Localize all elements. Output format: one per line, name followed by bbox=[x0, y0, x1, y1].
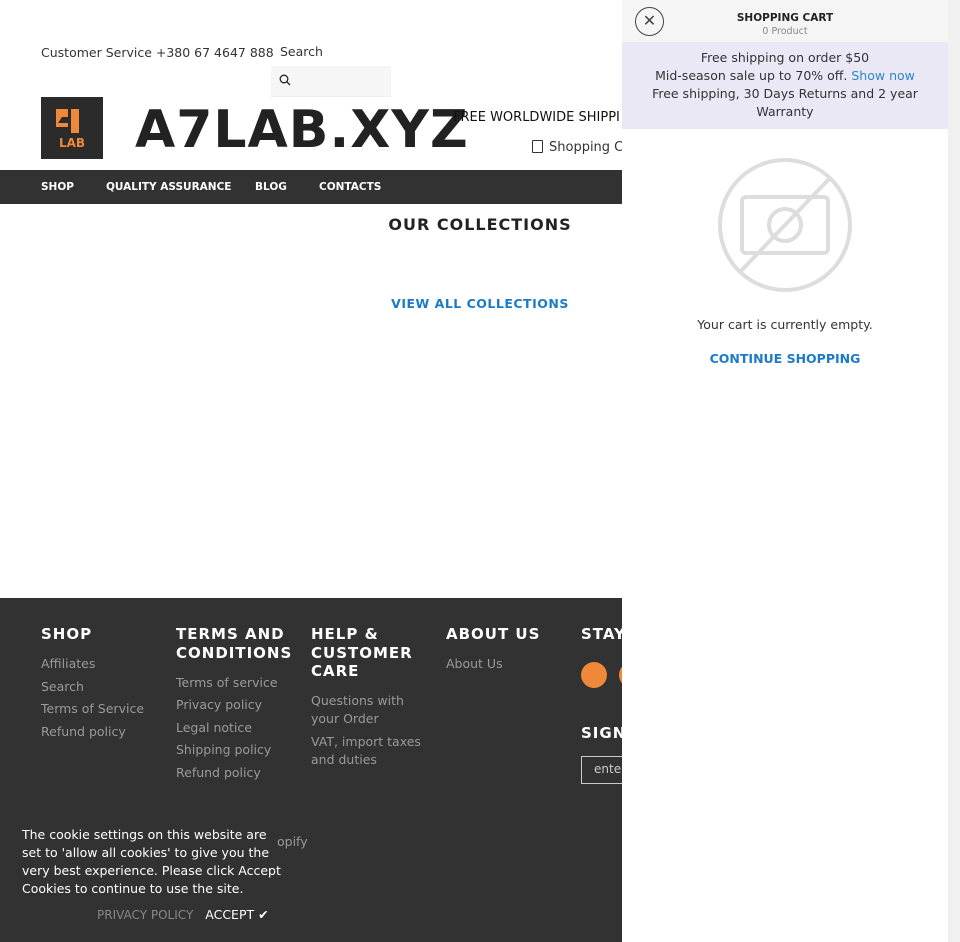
search-icon bbox=[279, 74, 291, 86]
footer-link[interactable]: Terms of Service bbox=[41, 700, 144, 718]
footer-link[interactable]: Questions with your Order bbox=[311, 692, 421, 728]
promo-line: Mid-season sale up to 70% off. bbox=[655, 68, 848, 83]
footer-about-title: ABOUT US bbox=[446, 625, 541, 643]
footer-link[interactable]: Search bbox=[41, 678, 84, 696]
accept-cookies-button[interactable]: ACCEPT ✔ bbox=[205, 907, 268, 922]
privacy-policy-link[interactable]: PRIVACY POLICY bbox=[97, 908, 193, 922]
continue-shopping-button[interactable]: CONTINUE SHOPPING bbox=[622, 351, 948, 366]
main-nav: SHOP QUALITY ASSURANCE BLOG CONTACTS bbox=[0, 170, 622, 204]
cart-title: SHOPPING CART bbox=[736, 12, 834, 24]
nav-contacts[interactable]: CONTACTS bbox=[319, 181, 381, 193]
search-label: Search bbox=[280, 44, 323, 59]
empty-cart-icon bbox=[718, 158, 852, 292]
brand-name[interactable]: A7LAB.XYZ bbox=[135, 98, 469, 162]
search-input[interactable] bbox=[271, 66, 391, 97]
footer-link[interactable]: Legal notice bbox=[176, 719, 252, 737]
footer-link[interactable]: Refund policy bbox=[176, 764, 261, 782]
footer-link[interactable]: Affiliates bbox=[41, 655, 95, 673]
footer-link[interactable]: VAT, import taxes and duties bbox=[311, 733, 421, 769]
nav-quality-assurance[interactable]: QUALITY ASSURANCE bbox=[106, 181, 231, 193]
footer-link[interactable]: Terms of service bbox=[176, 674, 278, 692]
logo[interactable]: LAB bbox=[41, 97, 103, 159]
nav-shop[interactable]: SHOP bbox=[41, 181, 74, 193]
social-icon[interactable] bbox=[581, 662, 607, 688]
scrollbar[interactable] bbox=[948, 0, 960, 942]
bag-icon bbox=[532, 140, 543, 153]
footer-link[interactable]: Shipping policy bbox=[176, 741, 271, 759]
show-now-link[interactable]: Show now bbox=[851, 68, 915, 83]
cookie-text: The cookie settings on this website are … bbox=[22, 827, 281, 896]
footer-stay-title: STAY bbox=[581, 625, 626, 643]
customer-service: Customer Service +380 67 4647 888 bbox=[41, 45, 274, 60]
cart-link-label: Shopping Ca bbox=[549, 140, 632, 155]
cart-count: 0 Product bbox=[762, 26, 808, 37]
footer-link[interactable]: Refund policy bbox=[41, 723, 126, 741]
cart-promo: Free shipping on order $50 Mid-season sa… bbox=[622, 42, 948, 129]
footer-link[interactable]: About Us bbox=[446, 655, 503, 673]
footer-shop-title: SHOP bbox=[41, 625, 93, 643]
footer-sign-title: SIGN bbox=[581, 724, 627, 742]
cart-empty-message: Your cart is currently empty. bbox=[697, 317, 873, 332]
cookie-banner: The cookie settings on this website are … bbox=[22, 826, 282, 924]
footer-link[interactable]: Privacy policy bbox=[176, 696, 262, 714]
logo-text: LAB bbox=[59, 136, 85, 150]
cart-drawer: ✕ SHOPPING CART 0 Product Free shipping … bbox=[622, 0, 948, 942]
promo-line: Free shipping, 30 Days Returns and 2 yea… bbox=[652, 86, 918, 119]
cart-link[interactable]: Shopping Ca bbox=[532, 140, 631, 155]
shipping-banner: FREE WORLDWIDE SHIPPI bbox=[453, 110, 620, 125]
footer-help-title: HELP & CUSTOMER CARE bbox=[311, 625, 413, 680]
nav-blog[interactable]: BLOG bbox=[255, 181, 287, 193]
footer-terms-title: TERMS AND CONDITIONS bbox=[176, 625, 293, 662]
promo-line: Free shipping on order $50 bbox=[700, 50, 870, 65]
